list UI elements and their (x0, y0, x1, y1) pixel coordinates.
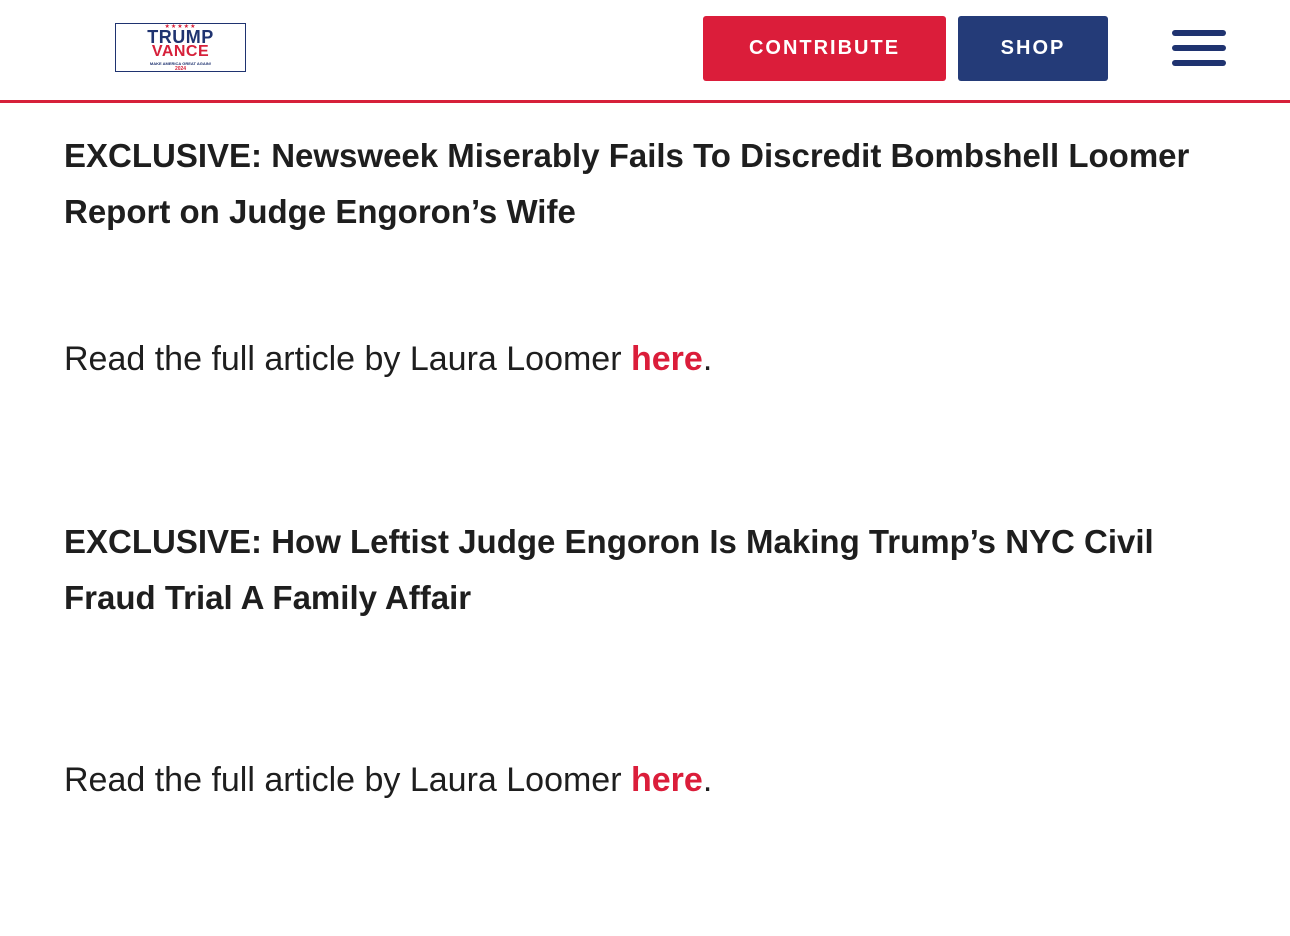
menu-bar (1172, 45, 1226, 51)
logo-line-vance: VANCE (151, 43, 210, 60)
read-more-period: . (702, 761, 713, 799)
read-more-period: . (702, 340, 713, 378)
contribute-button[interactable]: CONTRIBUTE (703, 16, 946, 81)
menu-bar (1172, 60, 1226, 66)
article-headline: EXCLUSIVE: Newsweek Miserably Fails To D… (64, 137, 1190, 230)
logo-year: 2024 (174, 66, 187, 72)
read-more-text: Read the full article by Laura Loomer (64, 340, 631, 378)
hamburger-menu-icon[interactable] (1172, 28, 1226, 68)
article-read-more: Read the full article by Laura Loomer he… (64, 337, 1229, 381)
menu-bar (1172, 30, 1226, 36)
read-more-text: Read the full article by Laura Loomer (64, 761, 631, 799)
site-header: ★★★★★ TRUMP VANCE MAKE AMERICA GREAT AGA… (0, 0, 1290, 103)
trump-vance-logo[interactable]: ★★★★★ TRUMP VANCE MAKE AMERICA GREAT AGA… (115, 23, 246, 72)
article-link-here[interactable]: here (631, 761, 703, 799)
article-headline: EXCLUSIVE: How Leftist Judge Engoron Is … (64, 523, 1154, 616)
shop-button[interactable]: SHOP (958, 16, 1108, 81)
article-link-here[interactable]: here (631, 340, 703, 378)
article-read-more: Read the full article by Laura Loomer he… (64, 758, 1229, 802)
